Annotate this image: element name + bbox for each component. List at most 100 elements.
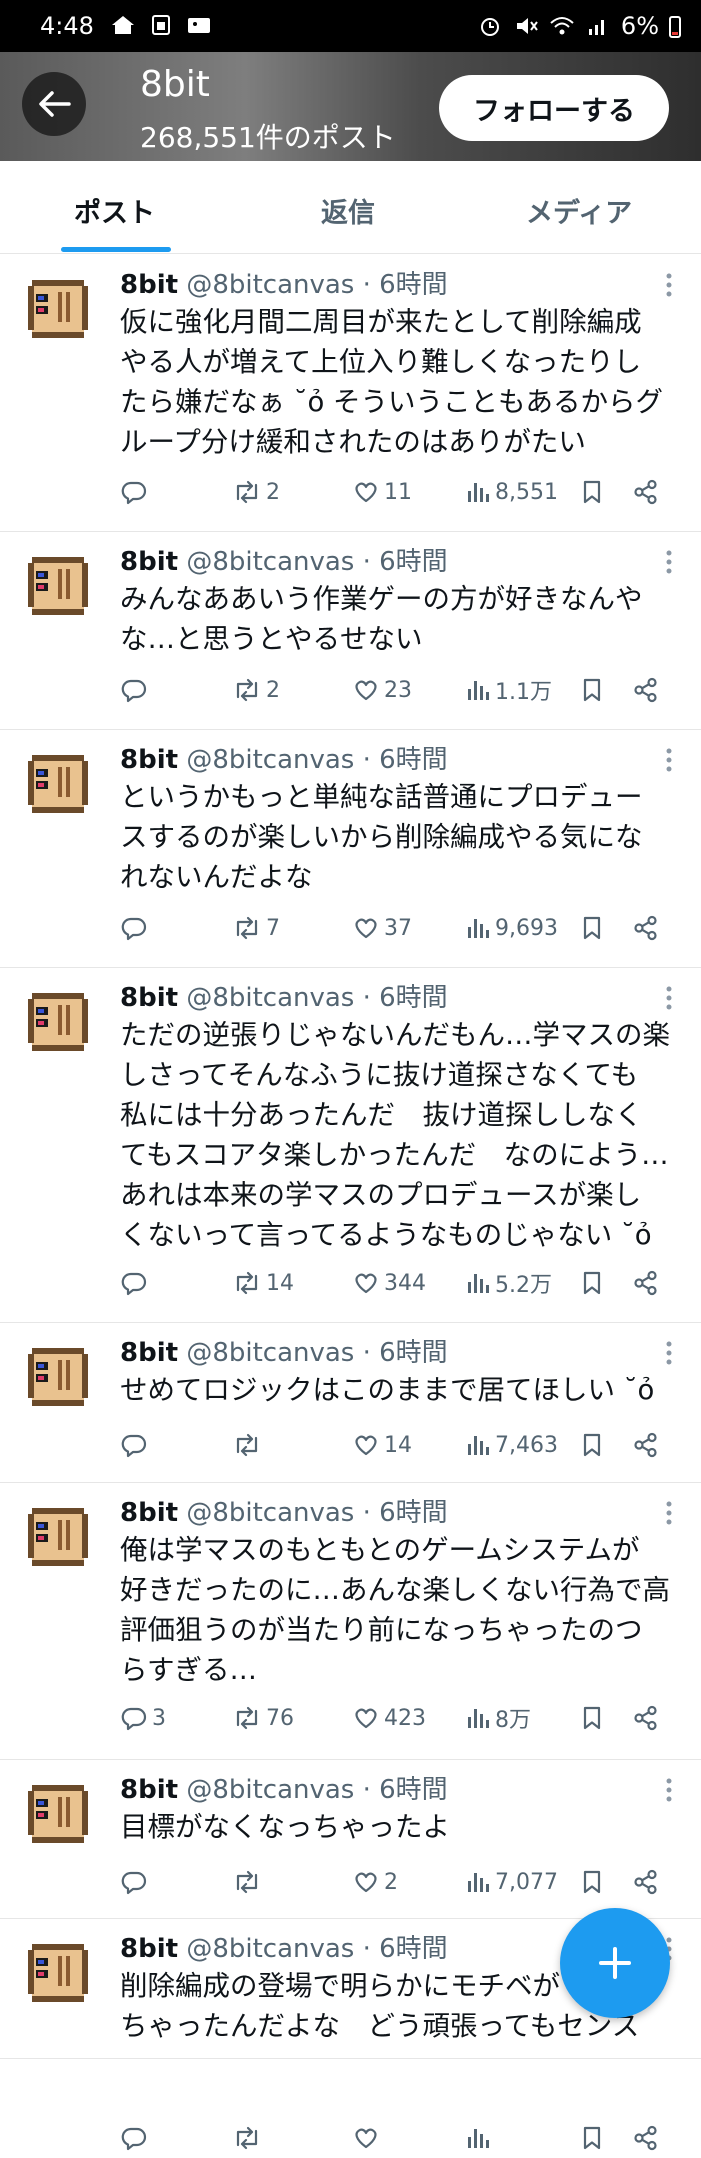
- views-icon: [468, 1709, 489, 1728]
- author-name[interactable]: 8bit: [120, 1934, 178, 1964]
- repost-button[interactable]: 7: [232, 908, 280, 948]
- tab-media[interactable]: メディア: [526, 191, 632, 230]
- bookmark-button[interactable]: [580, 670, 604, 710]
- views-button[interactable]: 9,693: [465, 908, 558, 948]
- more-icon[interactable]: [665, 1777, 673, 1803]
- status-time: 4:48: [40, 12, 94, 40]
- like-button[interactable]: 11: [352, 472, 412, 512]
- repost-button[interactable]: [232, 2118, 266, 2158]
- author-handle-time: @8bitcanvas · 6時間: [186, 1934, 448, 1964]
- avatar[interactable]: [22, 272, 94, 344]
- more-icon[interactable]: [665, 747, 673, 773]
- tweet-text-line: たら嫌だなぁ ˘ỏ そういうこともあるからグ: [120, 386, 664, 418]
- reply-button[interactable]: [120, 472, 152, 512]
- repost-button[interactable]: [232, 1862, 266, 1902]
- views-button[interactable]: 7,077: [465, 1862, 558, 1902]
- repost-button[interactable]: 76: [232, 1698, 294, 1738]
- share-button[interactable]: [632, 472, 660, 512]
- like-button[interactable]: 37: [352, 908, 412, 948]
- tab-posts[interactable]: ポスト: [74, 191, 155, 230]
- share-button[interactable]: [632, 1425, 660, 1465]
- share-button[interactable]: [632, 670, 660, 710]
- views-button[interactable]: 8,551: [465, 472, 558, 512]
- reply-button[interactable]: [120, 1862, 152, 1902]
- compose-plus-icon: [599, 1947, 631, 1979]
- share-icon: [634, 1432, 657, 1458]
- tweet[interactable]: 8bit @8bitcanvas · 6時間 というかもっと単純な話普通にプロデュ…: [0, 729, 701, 968]
- share-button[interactable]: [632, 1698, 660, 1738]
- bookmark-button[interactable]: [580, 1698, 604, 1738]
- avatar[interactable]: [22, 1777, 94, 1849]
- bookmark-button[interactable]: [580, 472, 604, 512]
- author-name[interactable]: 8bit: [120, 1775, 178, 1805]
- repost-button[interactable]: [232, 1425, 266, 1465]
- views-button[interactable]: 7,463: [465, 1425, 558, 1465]
- avatar[interactable]: [22, 1500, 94, 1572]
- views-button[interactable]: [465, 2118, 495, 2158]
- share-button[interactable]: [632, 1862, 660, 1902]
- battery-level: 6%: [620, 12, 659, 40]
- views-button[interactable]: 1.1万: [465, 670, 552, 710]
- like-button[interactable]: [352, 2118, 384, 2158]
- reply-button[interactable]: [120, 1263, 152, 1303]
- repost-button[interactable]: 2: [232, 472, 280, 512]
- tweet[interactable]: 8bit @8bitcanvas · 6時間 ただの逆張りじゃないんだもん…学マス…: [0, 967, 701, 1323]
- more-icon[interactable]: [665, 1500, 673, 1526]
- reply-button[interactable]: [120, 1425, 152, 1465]
- like-button[interactable]: 2: [352, 1862, 398, 1902]
- bookmark-button[interactable]: [580, 1425, 604, 1465]
- more-icon[interactable]: [665, 272, 673, 298]
- more-icon[interactable]: [665, 1340, 673, 1366]
- follow-button[interactable]: フォローする: [439, 75, 669, 141]
- bookmark-button[interactable]: [580, 1862, 604, 1902]
- bookmark-button[interactable]: [580, 1263, 604, 1303]
- avatar[interactable]: [22, 549, 94, 621]
- repost-button[interactable]: 14: [232, 1263, 294, 1303]
- views-icon: [468, 483, 489, 502]
- more-icon[interactable]: [665, 985, 673, 1011]
- author-name[interactable]: 8bit: [120, 1498, 178, 1528]
- tweet-header: 8bit @8bitcanvas · 6時間: [120, 1769, 448, 1806]
- tweet-actions: 14 7,463: [120, 1425, 680, 1465]
- author-name[interactable]: 8bit: [120, 547, 178, 577]
- tweet[interactable]: 8bit @8bitcanvas · 6時間 俺は学マスのもともとのゲームシステム…: [0, 1482, 701, 1760]
- author-name[interactable]: 8bit: [120, 983, 178, 1013]
- tweet[interactable]: 8bit @8bitcanvas · 6時間 目標がなくなっちゃったよ 2 7,077: [0, 1759, 701, 1919]
- battery-icon: [669, 16, 681, 38]
- reply-button[interactable]: 3: [120, 1698, 166, 1738]
- tweet-header: 8bit @8bitcanvas · 6時間: [120, 1928, 448, 1965]
- back-button[interactable]: [22, 72, 86, 136]
- views-count: 8,551: [495, 479, 558, 505]
- reply-button[interactable]: [120, 670, 152, 710]
- author-name[interactable]: 8bit: [120, 270, 178, 300]
- tweet[interactable]: 8bit @8bitcanvas · 6時間 みんなああいう作業ゲーの方が好きなん…: [0, 531, 701, 730]
- bookmark-button[interactable]: [580, 2118, 604, 2158]
- avatar[interactable]: [22, 1936, 94, 2008]
- more-icon[interactable]: [665, 549, 673, 575]
- reply-button[interactable]: [120, 908, 152, 948]
- reply-button[interactable]: [120, 2118, 152, 2158]
- avatar[interactable]: [22, 1340, 94, 1412]
- views-button[interactable]: 8万: [465, 1698, 531, 1738]
- author-name[interactable]: 8bit: [120, 1338, 178, 1368]
- repost-button[interactable]: 2: [232, 670, 280, 710]
- like-button[interactable]: 14: [352, 1425, 412, 1465]
- tweet-text: 俺は学マスのもともとのゲームシステムが 好きだったのに…あんな楽しくない行為で高評…: [120, 1530, 680, 1690]
- avatar[interactable]: [22, 747, 94, 819]
- like-button[interactable]: 423: [352, 1698, 426, 1738]
- views-icon: [468, 919, 489, 938]
- share-button[interactable]: [632, 1263, 660, 1303]
- like-button[interactable]: 344: [352, 1263, 426, 1303]
- tweet[interactable]: 8bit @8bitcanvas · 6時間 せめてロジックはこのままで居てほしい…: [0, 1322, 701, 1483]
- author-name[interactable]: 8bit: [120, 745, 178, 775]
- views-button[interactable]: 5.2万: [465, 1263, 552, 1303]
- tab-replies[interactable]: 返信: [321, 191, 375, 230]
- like-count: 2: [384, 1869, 398, 1895]
- share-button[interactable]: [632, 908, 660, 948]
- bookmark-button[interactable]: [580, 908, 604, 948]
- compose-button[interactable]: [560, 1908, 670, 2018]
- share-button[interactable]: [632, 2118, 660, 2158]
- tweet[interactable]: 8bit @8bitcanvas · 6時間 仮に強化月間二周目が来たとして削除編…: [0, 254, 701, 532]
- avatar[interactable]: [22, 985, 94, 1057]
- like-button[interactable]: 23: [352, 670, 412, 710]
